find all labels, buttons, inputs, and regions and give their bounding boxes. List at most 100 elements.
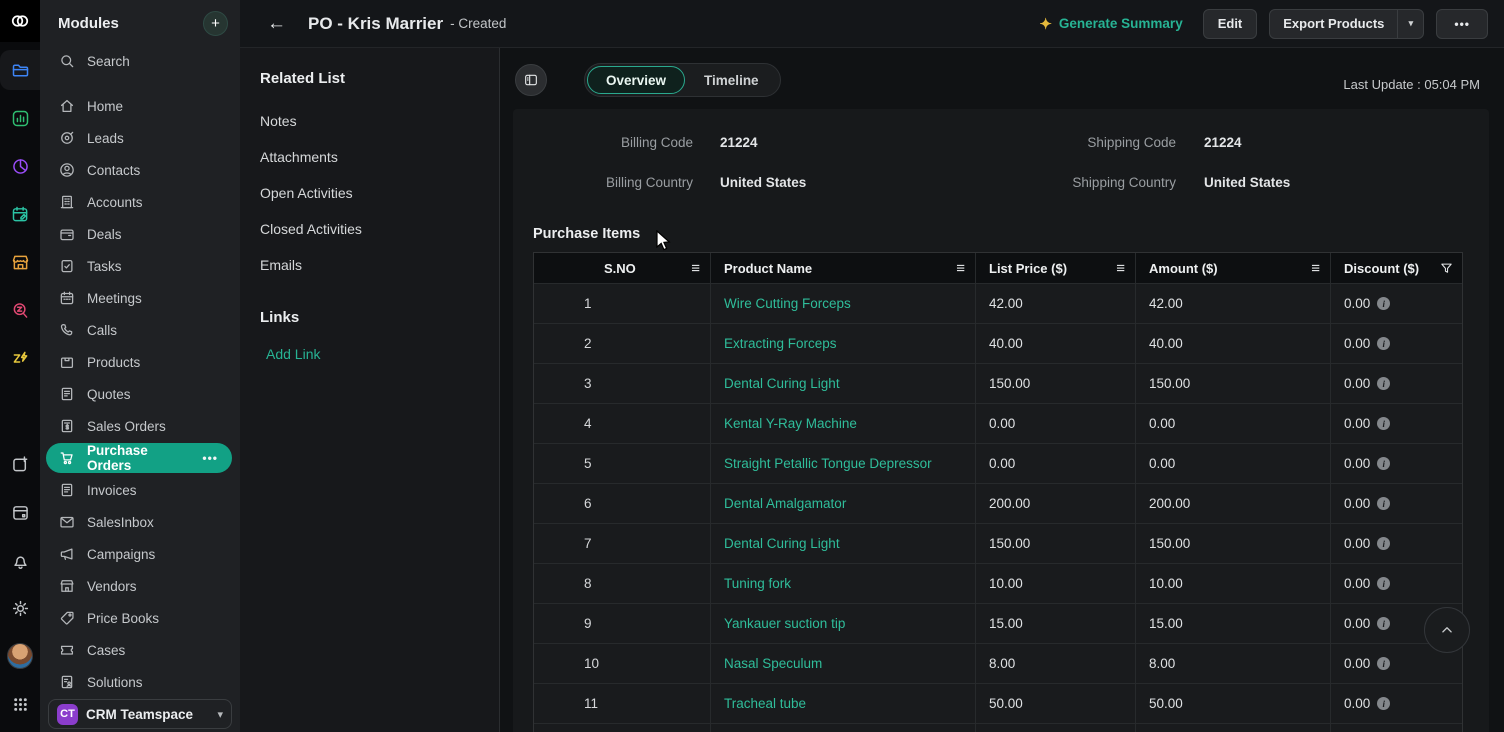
billing-code-value: 21224 [720, 135, 758, 150]
product-link[interactable]: Extracting Forceps [724, 336, 837, 351]
zia-icon[interactable] [0, 338, 40, 378]
info-icon[interactable]: i [1377, 377, 1391, 390]
gear-icon[interactable] [0, 588, 40, 628]
cell-list-price: 150.00 [976, 524, 1136, 563]
table-row: 6 Dental Amalgamator 200.00 200.00 0.00 i [534, 483, 1462, 523]
related-item-open-activities[interactable]: Open Activities [240, 175, 499, 211]
sidebar-item-invoices[interactable]: Invoices [40, 474, 240, 506]
cell-list-price: 0.00 [976, 404, 1136, 443]
tab-overview[interactable]: Overview [587, 66, 686, 94]
related-item-closed-activities[interactable]: Closed Activities [240, 211, 499, 247]
column-menu-icon[interactable]: ≡ [1311, 260, 1320, 277]
calendar-edit-icon[interactable] [0, 194, 40, 234]
scroll-to-top-button[interactable] [1424, 607, 1470, 653]
product-link[interactable]: Tuning fork [724, 576, 791, 591]
add-module-button[interactable]: + [203, 11, 228, 36]
info-icon[interactable]: i [1377, 497, 1391, 510]
zoho-logo[interactable] [0, 0, 40, 42]
sidebar-item-purchase-orders[interactable]: Purchase Orders ••• [46, 443, 232, 473]
sidebar-item-solutions[interactable]: Solutions [40, 666, 240, 698]
sidebar-item-calls[interactable]: Calls [40, 314, 240, 346]
filter-icon[interactable] [1439, 261, 1454, 276]
sidebar-item-quotes[interactable]: Quotes [40, 378, 240, 410]
sidebar-item-accounts[interactable]: Accounts [40, 186, 240, 218]
storefront-icon[interactable] [0, 242, 40, 282]
info-icon[interactable]: i [1377, 297, 1391, 310]
product-link[interactable]: Straight Petallic Tongue Depressor [724, 456, 932, 471]
teamspace-selector[interactable]: CT CRM Teamspace ▾ [48, 699, 232, 729]
shipping-country-label: Shipping Country [1072, 175, 1176, 190]
product-link[interactable]: Dental Curing Light [724, 536, 840, 551]
export-dropdown-caret[interactable]: ▾ [1397, 9, 1423, 38]
rail-top-icons [0, 50, 40, 378]
sidebar-item-cases[interactable]: Cases [40, 634, 240, 666]
sidebar-item-vendors[interactable]: Vendors [40, 570, 240, 602]
edit-button[interactable]: Edit [1202, 8, 1258, 39]
add-link-button[interactable]: Add Link [240, 326, 499, 362]
avatar[interactable] [0, 636, 40, 676]
sidebar-item-sales-orders[interactable]: Sales Orders [40, 410, 240, 442]
product-link[interactable]: Wire Cutting Forceps [724, 296, 851, 311]
column-menu-icon[interactable]: ≡ [1116, 260, 1125, 277]
sidebar-item-deals[interactable]: Deals [40, 218, 240, 250]
sidebar-item-leads[interactable]: Leads [40, 122, 240, 154]
related-item-emails[interactable]: Emails [240, 247, 499, 283]
product-link[interactable]: Dental Amalgamator [724, 496, 846, 511]
product-link[interactable]: Yankauer suction tip [724, 616, 845, 631]
related-item-notes[interactable]: Notes [240, 103, 499, 139]
app-rail [0, 0, 40, 732]
column-header-amount: Amount ($) ≡ [1136, 253, 1331, 283]
teamspace-label: CRM Teamspace [86, 706, 194, 722]
cell-list-price: 200.00 [976, 484, 1136, 523]
more-icon[interactable]: ••• [202, 451, 222, 465]
sidebar-item-campaigns[interactable]: Campaigns [40, 538, 240, 570]
cell-list-price: 40.00 [976, 324, 1136, 363]
pie-chart-icon[interactable] [0, 146, 40, 186]
folder-icon[interactable] [0, 50, 40, 90]
sidebar-item-contacts[interactable]: Contacts [40, 154, 240, 186]
generate-summary-button[interactable]: ✦ Generate Summary [1039, 15, 1182, 33]
apps-grid-icon[interactable] [0, 684, 40, 724]
sidebar-item-search[interactable]: Search [40, 45, 240, 77]
collapse-sidebar-button[interactable] [515, 64, 547, 96]
tab-timeline[interactable]: Timeline [685, 66, 778, 94]
product-link[interactable]: Tracheal tube [724, 696, 806, 711]
sidebar-item-products[interactable]: Products [40, 346, 240, 378]
info-icon[interactable]: i [1377, 417, 1391, 430]
calendar-icon[interactable] [0, 492, 40, 532]
product-link[interactable]: Kental Y-Ray Machine [724, 416, 857, 431]
info-icon[interactable]: i [1377, 617, 1391, 630]
zia-search-icon[interactable] [0, 290, 40, 330]
sidebar-item-meetings[interactable]: Meetings [40, 282, 240, 314]
info-icon[interactable]: i [1377, 457, 1391, 470]
sidebar-item-label: Sales Orders [87, 418, 166, 434]
info-icon[interactable]: i [1377, 537, 1391, 550]
info-icon[interactable]: i [1377, 577, 1391, 590]
export-products-button[interactable]: Export Products ▾ [1269, 8, 1425, 39]
product-link[interactable]: Nasal Speculum [724, 656, 822, 671]
column-menu-icon[interactable]: ≡ [691, 260, 700, 277]
product-link[interactable]: Dental Curing Light [724, 376, 840, 391]
sidebar-item-home[interactable]: Home [40, 90, 240, 122]
info-icon[interactable]: i [1377, 337, 1391, 350]
related-item-attachments[interactable]: Attachments [240, 139, 499, 175]
compose-icon[interactable] [0, 444, 40, 484]
modules-list: Search Home Leads Contacts Accounts Deals Task… [40, 45, 240, 698]
sidebar-item-tasks[interactable]: Tasks [40, 250, 240, 282]
back-button[interactable]: ← [267, 13, 286, 35]
purchase-orders-icon [58, 449, 76, 467]
sidebar-item-label: Calls [87, 322, 118, 338]
cell-discount: 0.00 i [1331, 484, 1464, 523]
cell-sno: 9 [534, 604, 711, 643]
info-icon[interactable]: i [1377, 657, 1391, 670]
shipping-country-value: United States [1204, 175, 1291, 190]
bell-icon[interactable] [0, 540, 40, 580]
billing-country-label: Billing Country [605, 175, 693, 190]
more-actions-button[interactable]: ••• [1436, 8, 1488, 39]
bar-chart-icon[interactable] [0, 98, 40, 138]
cases-icon [58, 641, 76, 659]
column-menu-icon[interactable]: ≡ [956, 260, 965, 277]
sidebar-item-salesinbox[interactable]: SalesInbox [40, 506, 240, 538]
sidebar-item-price-books[interactable]: Price Books [40, 602, 240, 634]
info-icon[interactable]: i [1377, 697, 1391, 710]
